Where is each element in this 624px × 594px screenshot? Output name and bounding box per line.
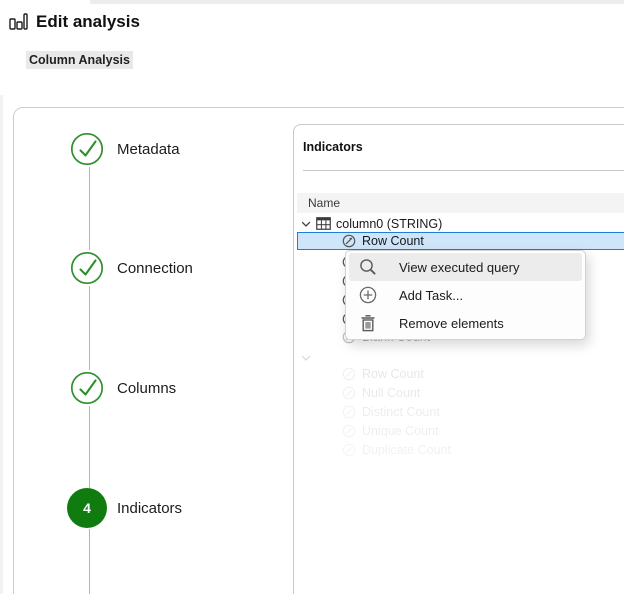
step-label-indicators[interactable]: Indicators [117,500,182,517]
step-label-columns[interactable]: Columns [117,380,176,397]
indicators-card-title: Indicators [303,140,363,154]
indicator-icon [342,405,356,419]
tab-column-analysis[interactable]: Column Analysis [26,51,133,69]
tree-group-row[interactable]: column0 (STRING) [297,214,624,233]
step-check-icon[interactable] [70,371,104,405]
page-title: Edit analysis [36,12,140,32]
step-check-icon[interactable] [70,251,104,285]
context-menu: View executed query Add Task... [345,250,586,340]
menu-item-remove-elements[interactable]: Remove elements [349,309,582,337]
table-icon [316,217,331,230]
window-top-edge [90,0,624,4]
step-check-icon[interactable] [70,132,104,166]
indicator-icon [342,367,356,381]
indicator-icon [342,424,356,438]
menu-item-label: View executed query [399,260,519,275]
indicator-icon [342,443,356,457]
edit-analysis-window: Edit analysis Column Analysis Metadata C… [0,0,624,594]
chevron-down-icon [301,354,311,362]
tree-column-header[interactable]: Name [297,193,624,213]
tree-column-header-label: Name [308,196,340,210]
tree-row-faded: Unique Count [297,421,624,440]
tree-row-label: Unique Count [362,424,438,438]
menu-item-label: Remove elements [399,316,504,331]
chevron-down-icon[interactable] [301,220,311,228]
step-connector-line [89,286,90,370]
menu-item-add-task[interactable]: Add Task... [349,281,582,309]
page-header: Edit analysis [8,11,140,32]
tree-row-faded: Null Count [297,383,624,402]
step-label-connection[interactable]: Connection [117,260,193,277]
step-connector-line [89,406,90,488]
tree-row-faded: Row Count [297,364,624,383]
step-connector-line [89,529,90,594]
tree-row-faded: Duplicate Count [297,440,624,459]
tree-row-label: Distinct Count [362,405,440,419]
card-divider [303,170,624,171]
menu-item-label: Add Task... [399,288,463,303]
indicator-icon [342,386,356,400]
tree-group-label: column0 (STRING) [336,217,442,231]
tree-row-label: Null Count [362,386,420,400]
tree-row-row-count[interactable]: Row Count [297,232,624,250]
indicator-icon [342,234,356,248]
step-connector-line [89,167,90,250]
step-number-badge[interactable]: 4 [67,488,107,528]
trash-icon [358,314,378,332]
menu-item-view-executed-query[interactable]: View executed query [349,253,582,281]
window-left-edge [0,95,3,594]
tree-row-label: Row Count [362,234,424,248]
magnifier-icon [358,258,378,276]
step-label-metadata[interactable]: Metadata [117,141,180,158]
bar-chart-icon [8,11,29,32]
tree-row-faded: Distinct Count [297,402,624,421]
tree-row-label: Duplicate Count [362,443,451,457]
plus-circle-icon [358,286,378,304]
tree-row-label: Row Count [362,367,424,381]
